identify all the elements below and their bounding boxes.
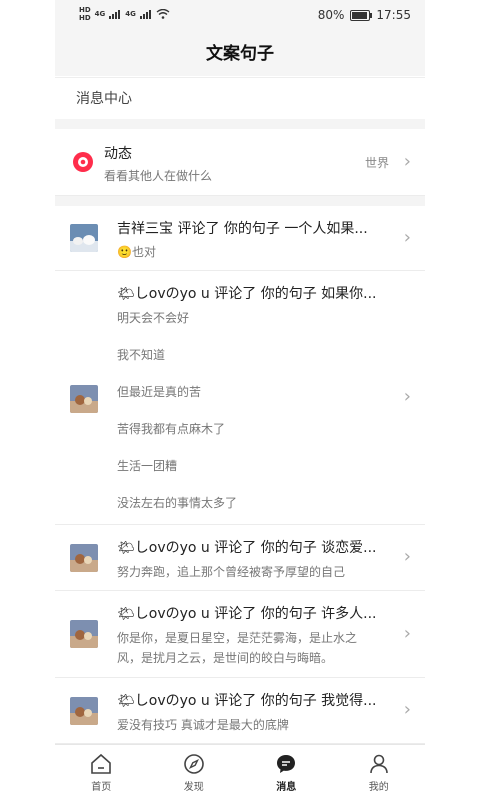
tab-home[interactable]: 首页	[55, 745, 148, 800]
clock: 17:55	[376, 8, 411, 22]
page-title: 文案句子	[55, 32, 425, 76]
chevron-right-icon: ›	[403, 623, 411, 644]
message-title: 🌤しovのyo u 评论了 你的句子 许多人...	[117, 606, 377, 622]
home-icon	[91, 753, 112, 774]
network-label-1: 4G	[94, 10, 106, 18]
message-line: 明天会不会好	[117, 311, 190, 325]
chevron-right-icon: ›	[403, 227, 411, 248]
message-item[interactable]: 吉祥三宝 评论了 你的句子 一个人如果... 🙂也对 ›	[55, 206, 425, 271]
person-icon	[369, 754, 388, 774]
message-line: 风，是扰月之云，是世间的皎白与晦暗。	[117, 651, 334, 665]
chevron-right-icon: ›	[403, 386, 411, 407]
message-item[interactable]: 🌤しovのyo u 评论了 你的句子 谈恋爱... 努力奔跑，追上那个曾经被寄予…	[55, 525, 425, 591]
record-icon	[73, 152, 93, 172]
tab-label: 消息	[276, 782, 297, 793]
tab-discover[interactable]: 发现	[148, 745, 241, 800]
network-label-2: 4G	[125, 10, 136, 18]
dynamic-right-label: 世界	[364, 156, 389, 170]
divider-2	[55, 196, 425, 206]
divider	[55, 119, 425, 129]
message-title: 🌤しovのyo u 评论了 你的句子 如果你...	[117, 286, 377, 302]
dynamic-title: 动态	[104, 146, 132, 162]
hd-label-1: HD	[79, 6, 91, 14]
battery-percent: 80%	[317, 8, 345, 22]
message-title: 🌤しovのyo u 评论了 你的句子 谈恋爱...	[117, 540, 377, 556]
status-left: HD HD 4G 4G	[79, 6, 170, 22]
chevron-right-icon: ›	[403, 546, 411, 567]
status-bar: HD HD 4G 4G 80% 17:55	[55, 0, 425, 32]
message-line: 没法左右的事情太多了	[117, 496, 238, 510]
app-screen: HD HD 4G 4G 80% 17:55 文案句子 消息中心 动态 看看其他人…	[55, 0, 425, 800]
message-title: 吉祥三宝 评论了 你的句子 一个人如果...	[117, 221, 368, 237]
message-item[interactable]: 🌤しovのyo u 评论了 你的句子 许多人... 你是你，是夏日星空，是茫茫雾…	[55, 591, 425, 678]
section-title: 消息中心	[55, 77, 425, 119]
dynamic-row[interactable]: 动态 看看其他人在做什么 世界 ›	[55, 129, 425, 196]
message-line: 我不知道	[117, 348, 166, 362]
message-title: 🌤しovのyo u 评论了 你的句子 我觉得...	[117, 693, 377, 709]
battery-icon	[350, 9, 373, 21]
avatar	[70, 620, 98, 648]
avatar	[70, 224, 98, 252]
message-content: 🙂也对	[117, 245, 156, 259]
compass-icon	[183, 754, 204, 774]
tab-label: 首页	[91, 782, 112, 793]
signal-icon-2	[139, 10, 151, 19]
tab-messages[interactable]: 消息	[240, 745, 333, 800]
message-line: 生活一团糟	[117, 459, 178, 473]
signal-block-1: HD HD	[79, 6, 91, 22]
hd-label-2: HD	[79, 14, 91, 22]
avatar	[70, 697, 98, 725]
message-content: 努力奔跑，追上那个曾经被寄予厚望的自己	[117, 565, 346, 579]
battery-fill	[352, 11, 367, 19]
tab-label: 我的	[368, 782, 389, 793]
chevron-right-icon: ›	[403, 699, 411, 720]
status-right: 80% 17:55	[318, 8, 411, 22]
chat-icon	[277, 755, 296, 773]
message-item[interactable]: 🌤しovのyo u 评论了 你的句子 如果你... 明天会不会好 我不知道 但最…	[55, 271, 425, 525]
wifi-icon	[156, 9, 170, 19]
message-line: 但最近是真的苦	[117, 385, 202, 399]
message-content: 爱没有技巧 真诚才是最大的底牌	[117, 718, 289, 732]
avatar	[70, 385, 98, 413]
bottom-tab-bar: 首页 发现 消息 我的	[55, 744, 425, 800]
message-line: 苦得我都有点麻木了	[117, 422, 226, 436]
message-line: 你是你，是夏日星空，是茫茫雾海，是止水之	[117, 631, 358, 645]
tab-profile[interactable]: 我的	[333, 745, 426, 800]
chevron-right-icon: ›	[403, 151, 411, 172]
message-item[interactable]: 🌤しovのyo u 评论了 你的句子 我觉得... 爱没有技巧 真诚才是最大的底…	[55, 678, 425, 744]
signal-icon	[109, 10, 121, 19]
tab-label: 发现	[183, 782, 204, 793]
dynamic-subtitle: 看看其他人在做什么	[104, 169, 213, 183]
avatar	[70, 544, 98, 572]
